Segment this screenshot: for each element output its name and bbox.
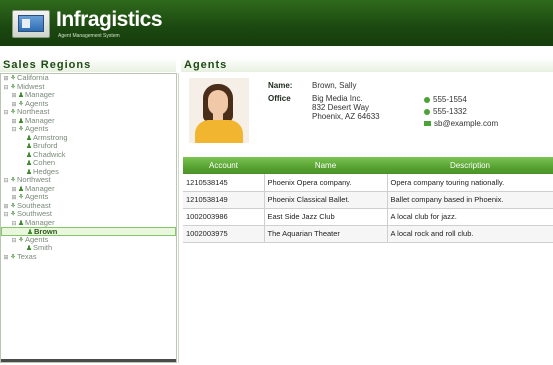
office-line-2: 832 Desert Way [312,103,370,112]
cell-description: A local club for jazz. [387,208,553,226]
tree-node[interactable]: ♟Bruford [1,141,176,151]
name-label: Name: [268,81,293,90]
agent-name: Brown, Sally [312,81,357,90]
cell-name: The Aquarian Theater [264,225,388,243]
tree-node-label: Texas [17,251,37,261]
tree-node[interactable]: ⊟⚘Agents [1,124,176,134]
agent-photo [189,78,249,143]
cell-name: Phoenix Classical Ballet. [264,191,388,209]
agents-heading: Agents [181,58,553,72]
table-row[interactable]: 1210538149 Phoenix Classical Ballet. Balle… [183,191,553,209]
table-row[interactable]: 1002003975 The Aquarian Theater A local ro… [183,225,553,243]
app-subtitle: Agent Management System [58,33,120,39]
tree-node[interactable]: ⊟♟Manager [1,217,176,228]
office-label: Office [268,94,291,103]
tree-horizontal-scrollbar[interactable] [1,359,176,362]
phone-icon [424,108,430,115]
column-header-account[interactable]: Account [183,157,264,174]
cell-description: Opera company touring nationally. [387,174,553,192]
cell-name: Phoenix Opera company. [264,174,388,192]
monitor-logo-icon [12,10,50,38]
tree-node[interactable]: ♟Chadwick [1,150,176,160]
cell-name: East Side Jazz Club [264,208,388,226]
phone-1: 555-1554 [424,95,467,104]
cell-account: 1002003975 [183,225,265,243]
cell-description: A local rock and roll club. [387,225,553,243]
sales-regions-heading: Sales Regions [0,58,176,72]
app-header: Infragistics Agent Management System [0,0,553,46]
table-row[interactable]: 1002003986 East Side Jazz Club A local clu… [183,208,553,226]
cell-account: 1002003986 [183,208,265,226]
app-title: Infragistics [56,8,163,31]
phone-2: 555-1332 [424,107,467,116]
column-header-name[interactable]: Name [264,157,387,174]
email-link[interactable]: sb@example.com [424,119,498,128]
envelope-icon [424,121,431,127]
cell-description: Ballet company based in Phoenix. [387,191,553,209]
accounts-grid: Account Name Description 1210538145 Phoen… [183,157,553,243]
tree-node[interactable]: ⊞⚘Texas [1,251,176,262]
cell-account: 1210538145 [183,174,265,192]
table-row[interactable]: 1210538145 Phoenix Opera company. Opera co… [183,174,553,192]
phone-icon [424,96,430,103]
cell-account: 1210538149 [183,191,265,209]
office-line-3: Phoenix, AZ 64633 [312,112,380,121]
tree-node[interactable]: ♟Cohen [1,158,176,168]
people-icon: ⚘ [9,253,17,261]
column-header-description[interactable]: Description [387,157,553,174]
tree-node-label: Manager [25,217,55,227]
tree-node[interactable]: ⊟⚘Agents [1,235,176,245]
tree-node[interactable]: ♟Armstrong [1,133,176,143]
sales-regions-tree[interactable]: ⊞⚘California ⊟⚘Midwest ⊞♟Manager ⊞⚘Agents ⊟⚘… [0,73,177,363]
office-line-1: Big Media Inc. [312,94,363,103]
